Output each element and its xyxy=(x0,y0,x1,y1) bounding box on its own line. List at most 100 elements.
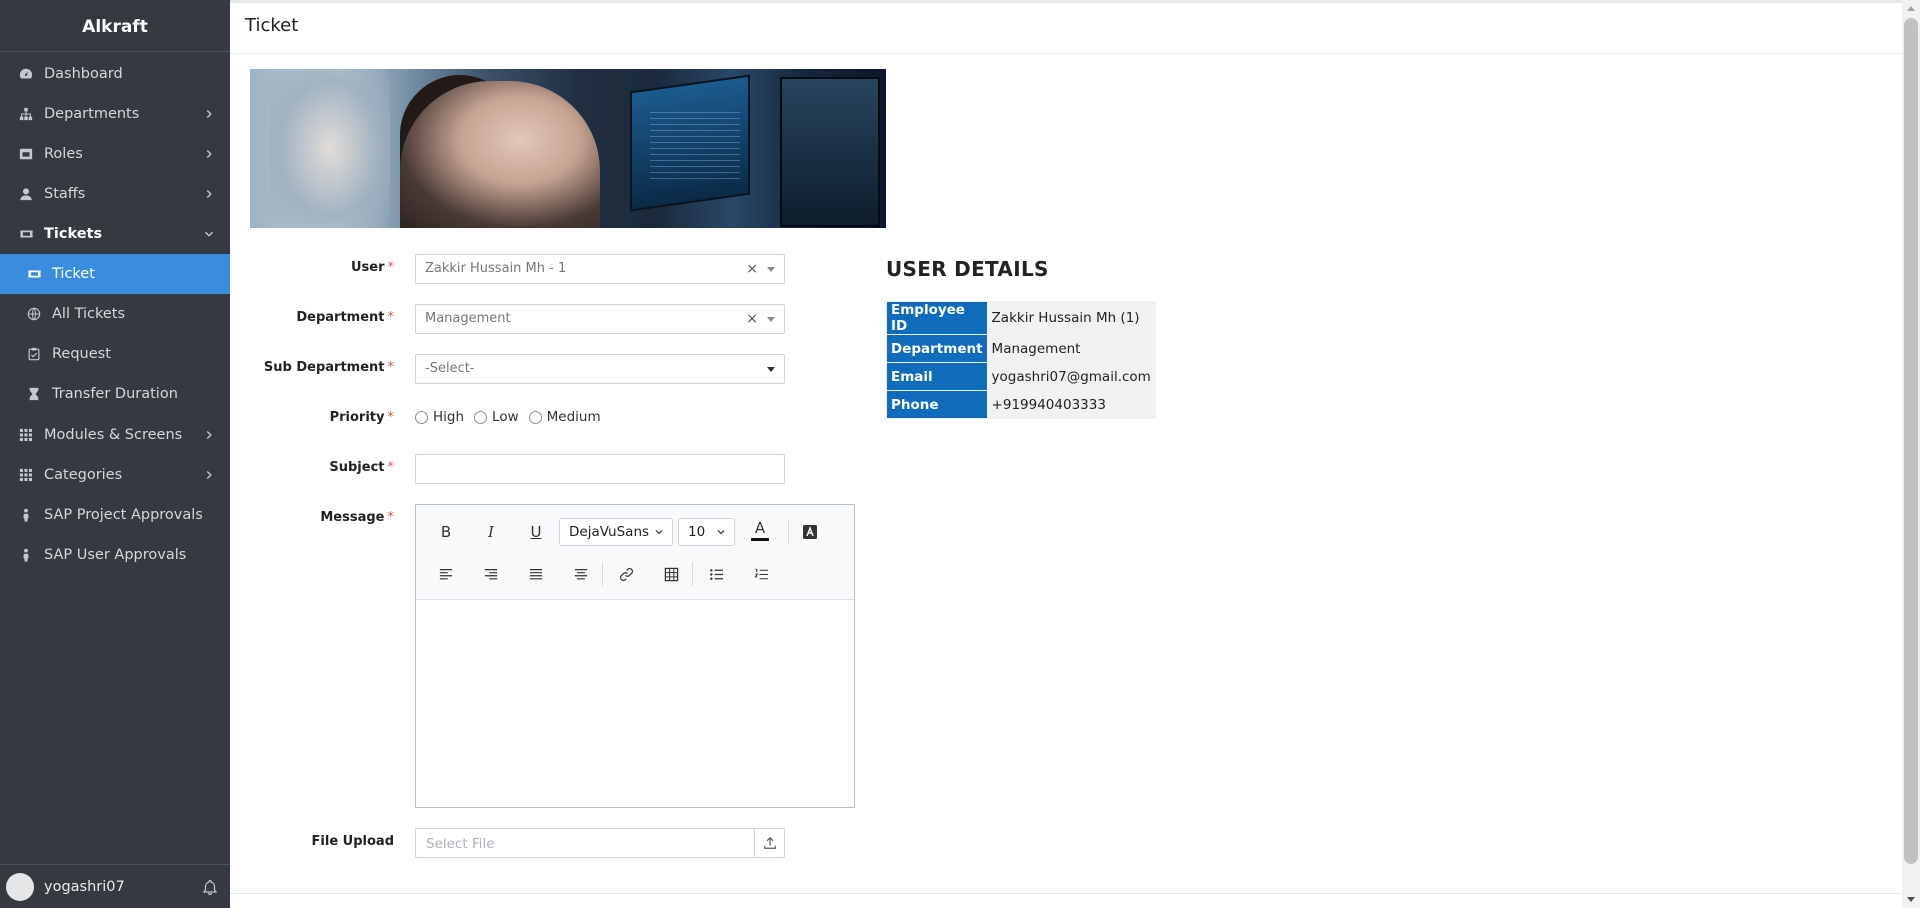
detail-value: yogashri07@gmail.com xyxy=(987,363,1155,390)
username[interactable]: yogashri07 xyxy=(44,879,125,895)
sidebar-item-label: Staffs xyxy=(44,186,86,202)
caret-down-icon[interactable] xyxy=(767,267,775,272)
detail-value: +919940403333 xyxy=(987,391,1155,418)
align-center-icon[interactable] xyxy=(565,558,597,590)
table-icon[interactable] xyxy=(655,558,687,590)
hourglass-icon xyxy=(26,386,42,402)
align-right-icon[interactable] xyxy=(475,558,507,590)
font-color-button[interactable]: A xyxy=(744,515,776,547)
priority-low-radio[interactable]: Low xyxy=(474,409,519,425)
banner-agent xyxy=(400,81,600,228)
user-select[interactable]: Zakkir Hussain Mh - 1 × xyxy=(415,254,785,284)
main-content: Ticket User * Zakkir Hussain Mh - 1 × Dep… xyxy=(230,0,1902,908)
user-icon xyxy=(18,186,34,202)
sidebar-item-modules-screens[interactable]: Modules & Screens xyxy=(0,415,230,455)
caret-down-icon[interactable] xyxy=(767,367,775,372)
subject-input[interactable] xyxy=(415,454,785,484)
scroll-up-arrow-icon[interactable] xyxy=(1907,6,1915,11)
sidebar-item-tickets[interactable]: Tickets xyxy=(0,214,230,254)
sidebar-item-dashboard[interactable]: Dashboard xyxy=(0,54,230,94)
user-details-table: Employee ID Zakkir Hussain Mh (1) Depart… xyxy=(886,301,1156,419)
scrollbar[interactable] xyxy=(1902,0,1920,908)
sidebar-footer: yogashri07 xyxy=(0,864,230,908)
sidebar-item-label: SAP User Approvals xyxy=(44,547,187,563)
brand-title[interactable]: Alkraft xyxy=(0,0,230,52)
sidebar-item-ticket[interactable]: Ticket xyxy=(0,254,230,294)
detail-key: Phone xyxy=(887,391,987,418)
bell-icon[interactable] xyxy=(202,879,218,895)
department-select-value: Management xyxy=(425,311,511,326)
sidebar-item-roles[interactable]: Roles xyxy=(0,134,230,174)
avatar[interactable] xyxy=(6,872,34,901)
editor-content-area[interactable] xyxy=(416,600,854,807)
sidebar-item-label: Request xyxy=(52,346,111,362)
required-mark: * xyxy=(387,360,395,375)
clear-icon[interactable]: × xyxy=(746,305,758,333)
caret-down-icon[interactable] xyxy=(767,317,775,322)
italic-button[interactable]: I xyxy=(475,516,507,548)
app: Alkraft Dashboard Departments Roles Staf… xyxy=(0,0,1920,908)
sidebar-item-sap-user-approvals[interactable]: SAP User Approvals xyxy=(0,535,230,575)
priority-medium-radio[interactable]: Medium xyxy=(528,409,601,425)
highlight-color-icon[interactable] xyxy=(794,516,826,548)
clear-icon[interactable]: × xyxy=(746,255,758,283)
sidebar-item-staffs[interactable]: Staffs xyxy=(0,174,230,214)
bold-button[interactable]: B xyxy=(430,516,462,548)
file-upload-input[interactable]: Select File xyxy=(415,828,785,858)
required-mark: * xyxy=(387,410,395,425)
scroll-down-arrow-icon[interactable] xyxy=(1907,897,1915,902)
required-mark: * xyxy=(387,510,395,525)
sidebar-item-label: Ticket xyxy=(52,266,95,282)
ticket-icon xyxy=(18,226,34,242)
sidebar-item-departments[interactable]: Departments xyxy=(0,94,230,134)
chevron-down-icon xyxy=(655,530,663,535)
sidebar-item-categories[interactable]: Categories xyxy=(0,455,230,495)
sidebar-item-request[interactable]: Request xyxy=(0,334,230,374)
link-icon[interactable] xyxy=(610,558,642,590)
editor-toolbar: B I U DejaVuSans 10 A xyxy=(416,505,854,600)
radio-label: Low xyxy=(492,409,519,425)
sidebar-item-sap-project-approvals[interactable]: SAP Project Approvals xyxy=(0,495,230,535)
user-label-text: User xyxy=(350,260,385,275)
table-row: Email yogashri07@gmail.com xyxy=(887,363,1155,390)
chevron-down-icon xyxy=(205,231,213,237)
sub-department-select-value: -Select- xyxy=(425,361,475,376)
align-left-icon[interactable] xyxy=(430,558,462,590)
radio-circle[interactable] xyxy=(415,410,428,424)
detail-key: Email xyxy=(887,363,987,390)
subject-label-text: Subject xyxy=(329,460,385,475)
font-size-dropdown[interactable]: 10 xyxy=(678,518,735,546)
person-icon xyxy=(18,507,34,523)
font-family-dropdown[interactable]: DejaVuSans xyxy=(559,518,673,546)
chevron-right-icon xyxy=(206,110,212,118)
sidebar-item-transfer-duration[interactable]: Transfer Duration xyxy=(0,374,230,414)
sidebar: Alkraft Dashboard Departments Roles Staf… xyxy=(0,0,230,908)
department-select[interactable]: Management × xyxy=(415,304,785,334)
subject-label: Subject * xyxy=(250,460,394,475)
upload-icon[interactable] xyxy=(754,829,784,857)
detail-value: Management xyxy=(987,335,1155,362)
file-upload-label: File Upload xyxy=(311,834,394,849)
sidebar-item-label: Roles xyxy=(44,146,83,162)
chevron-right-icon xyxy=(206,190,212,198)
required-mark: * xyxy=(387,460,395,475)
ticket-icon xyxy=(26,266,42,282)
radio-circle[interactable] xyxy=(474,410,488,424)
sub-department-label: Sub Department * xyxy=(250,360,394,375)
underline-button[interactable]: U xyxy=(520,516,552,548)
sub-department-select[interactable]: -Select- xyxy=(415,354,785,384)
radio-circle[interactable] xyxy=(528,410,542,424)
sidebar-item-label: Categories xyxy=(44,467,123,483)
numbered-list-icon[interactable] xyxy=(745,558,777,590)
page-title: Ticket xyxy=(245,15,299,36)
sidebar-item-all-tickets[interactable]: All Tickets xyxy=(0,294,230,334)
radio-label: High xyxy=(433,409,465,425)
priority-radio-group: High Low Medium xyxy=(415,409,611,425)
chevron-right-icon xyxy=(206,150,212,158)
scrollbar-thumb[interactable] xyxy=(1904,18,1918,864)
align-justify-icon[interactable] xyxy=(520,558,552,590)
underline-glyph: U xyxy=(530,523,542,541)
bullet-list-icon[interactable] xyxy=(700,558,732,590)
font-family-value: DejaVuSans xyxy=(569,524,650,540)
priority-high-radio[interactable]: High xyxy=(415,409,464,425)
